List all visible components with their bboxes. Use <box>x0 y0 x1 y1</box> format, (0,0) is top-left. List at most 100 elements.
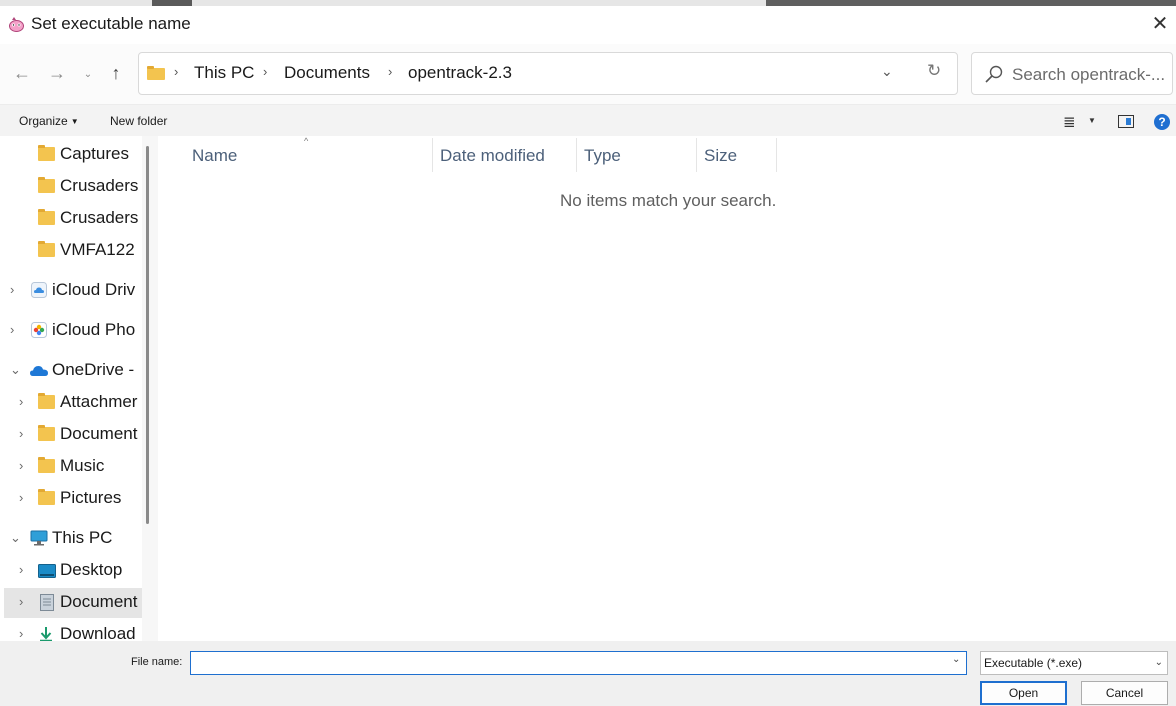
view-options-icon[interactable]: ≣ <box>1063 113 1076 131</box>
help-icon[interactable]: ? <box>1154 114 1170 130</box>
command-bar: Organize ▼ New folder ≣ ▼ ? <box>0 104 1176 136</box>
expand-chevron-icon[interactable]: › <box>10 322 14 337</box>
expand-chevron-icon[interactable]: › <box>19 490 23 505</box>
sidebar-item-documents[interactable]: › Document <box>4 588 142 618</box>
sidebar-item-label: OneDrive - <box>52 360 135 379</box>
expand-chevron-icon[interactable]: › <box>19 458 23 473</box>
navigation-pane[interactable]: Captures Crusaders Crusaders VMFA122 › i… <box>0 136 158 641</box>
sort-ascending-icon: ^ <box>304 136 309 146</box>
collapse-chevron-icon[interactable]: ⌄ <box>10 530 21 546</box>
breadcrumb-separator[interactable]: › <box>263 64 267 79</box>
expand-chevron-icon[interactable]: › <box>19 626 23 641</box>
file-type-chevron-down-icon: ⌄ <box>1154 657 1163 668</box>
up-icon[interactable]: ↑ <box>105 62 127 84</box>
app-icon <box>9 17 24 32</box>
caret-down-icon: ▼ <box>70 117 79 126</box>
folder-icon <box>38 425 55 441</box>
file-name-chevron-down-icon[interactable]: ⌄ <box>952 654 960 665</box>
open-button[interactable]: Open <box>980 681 1067 705</box>
folder-icon <box>38 145 55 161</box>
file-name-label: File name: <box>131 656 183 668</box>
folder-icon <box>38 241 55 257</box>
folder-icon <box>38 489 55 505</box>
sidebar-item-label: Music <box>60 456 105 475</box>
refresh-icon[interactable]: ↻ <box>927 61 941 81</box>
expand-chevron-icon[interactable]: › <box>10 282 14 297</box>
sidebar-item-label: Document <box>60 424 138 443</box>
address-bar[interactable]: › This PC › Documents › opentrack-2.3 ⌄ … <box>138 52 958 95</box>
icloud-drive-icon <box>31 282 47 298</box>
sidebar-item-label: Attachmer <box>60 392 138 411</box>
new-folder-button[interactable]: New folder <box>110 114 167 128</box>
column-divider[interactable] <box>576 138 577 172</box>
file-type-select[interactable]: Executable (*.exe) ⌄ <box>980 651 1168 675</box>
sidebar-item-vmfa122[interactable]: VMFA122 <box>0 236 142 266</box>
sidebar-item-label: Download <box>60 624 136 641</box>
sidebar-item-crusaders-2[interactable]: Crusaders <box>0 204 142 234</box>
sidebar-item-pictures[interactable]: › Pictures <box>0 484 142 514</box>
collapse-chevron-icon[interactable]: ⌄ <box>10 362 21 378</box>
dialog-footer: File name: ⌄ Executable (*.exe) ⌄ Open C… <box>0 641 1176 706</box>
column-header-date-modified[interactable]: Date modified <box>440 146 545 166</box>
file-type-value: Executable (*.exe) <box>984 656 1083 670</box>
title-bar: Set executable name ✕ <box>0 6 1176 44</box>
icloud-photos-icon <box>31 322 47 338</box>
breadcrumb-opentrack[interactable]: opentrack-2.3 <box>408 63 512 83</box>
organize-button[interactable]: Organize ▼ <box>19 114 79 128</box>
this-pc-icon <box>30 530 48 546</box>
sidebar-item-label: Document <box>60 592 138 611</box>
column-divider[interactable] <box>776 138 777 172</box>
sidebar-item-onedrive-documents[interactable]: › Document <box>0 420 142 450</box>
expand-chevron-icon[interactable]: › <box>19 562 23 577</box>
search-icon <box>985 65 1003 83</box>
column-divider[interactable] <box>432 138 433 172</box>
folder-icon <box>147 66 165 80</box>
sidebar-item-attachments[interactable]: › Attachmer <box>0 388 142 418</box>
sidebar-item-label: Crusaders <box>60 176 139 195</box>
view-caret-down-icon[interactable]: ▼ <box>1088 116 1096 125</box>
preview-pane-icon[interactable] <box>1118 115 1134 128</box>
organize-label: Organize <box>19 114 68 128</box>
sidebar-item-label: This PC <box>52 528 113 547</box>
recent-locations-icon[interactable]: ⌄ <box>77 64 99 86</box>
sidebar-item-onedrive[interactable]: ⌄ OneDrive - <box>0 356 142 386</box>
back-icon[interactable]: ← <box>11 62 33 84</box>
sidebar-item-music[interactable]: › Music <box>0 452 142 482</box>
sidebar-item-this-pc[interactable]: ⌄ This PC <box>0 524 142 554</box>
forward-icon[interactable]: → <box>46 62 68 84</box>
expand-chevron-icon[interactable]: › <box>19 594 23 609</box>
sidebar-scrollbar-track[interactable] <box>142 136 158 641</box>
column-header-name[interactable]: Name <box>192 146 237 166</box>
column-header-type[interactable]: Type <box>584 146 621 166</box>
expand-chevron-icon[interactable]: › <box>19 394 23 409</box>
column-header-size[interactable]: Size <box>704 146 737 166</box>
breadcrumb-separator: › <box>174 64 179 79</box>
cancel-button[interactable]: Cancel <box>1081 681 1168 705</box>
address-history-chevron-down-icon[interactable]: ⌄ <box>881 63 893 80</box>
sidebar-item-downloads[interactable]: › Download <box>0 620 142 641</box>
breadcrumb-separator[interactable]: › <box>388 64 392 79</box>
sidebar-item-crusaders[interactable]: Crusaders <box>0 172 142 202</box>
sidebar-item-label: VMFA122 <box>60 240 135 259</box>
file-name-input[interactable] <box>190 651 967 675</box>
sidebar-item-label: Pictures <box>60 488 122 507</box>
folder-icon <box>38 177 55 193</box>
sidebar-scrollbar-thumb[interactable] <box>146 146 149 524</box>
sidebar-item-icloud-photos[interactable]: › iCloud Pho <box>0 316 142 346</box>
empty-results-message: No items match your search. <box>560 191 777 210</box>
breadcrumb-this-pc[interactable]: This PC <box>194 63 254 83</box>
sidebar-item-captures[interactable]: Captures <box>0 140 142 170</box>
sidebar-item-icloud-drive[interactable]: › iCloud Driv <box>0 276 142 306</box>
folder-icon <box>38 457 55 473</box>
sidebar-item-label: Desktop <box>60 560 123 579</box>
column-divider[interactable] <box>696 138 697 172</box>
window-title: Set executable name <box>31 14 191 33</box>
file-list[interactable]: ^ Name Date modified Type Size No items … <box>158 136 1176 641</box>
close-icon[interactable]: ✕ <box>1150 14 1170 34</box>
sidebar-item-label: Captures <box>60 144 129 163</box>
sidebar-item-label: iCloud Pho <box>52 320 136 339</box>
sidebar-item-desktop[interactable]: › Desktop <box>0 556 142 586</box>
breadcrumb-documents[interactable]: Documents <box>284 63 370 83</box>
search-box[interactable]: Search opentrack-... <box>971 52 1173 95</box>
expand-chevron-icon[interactable]: › <box>19 426 23 441</box>
